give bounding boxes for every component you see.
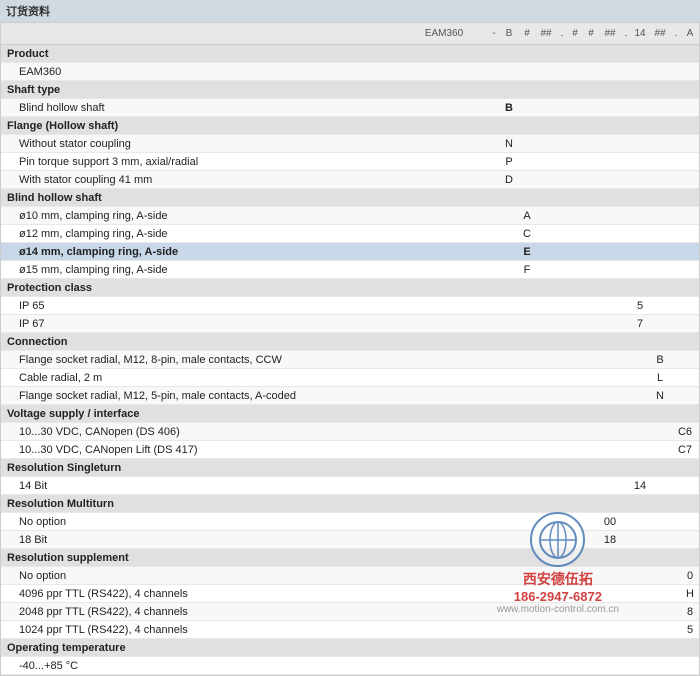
col-product: EAM360 <box>399 28 489 39</box>
col-h4: # <box>583 28 599 39</box>
item-14mm: ø14 mm, clamping ring, A-side E <box>1 243 699 261</box>
section-connection: Connection <box>1 333 699 351</box>
item-15mm: ø15 mm, clamping ring, A-side F <box>1 261 699 279</box>
item-4096ppr: 4096 ppr TTL (RS422), 4 channels H <box>1 585 699 603</box>
item-no-option-multi: No option 00 <box>1 513 699 531</box>
header-title: 订货资料 <box>6 6 50 18</box>
section-protection-label: Protection class <box>1 281 399 295</box>
item-15mm-label: ø15 mm, clamping ring, A-side <box>1 263 399 277</box>
section-blind-hollow: Blind hollow shaft <box>1 189 699 207</box>
item-ip67-label: IP 67 <box>1 317 399 331</box>
item-flange-m12-5pin-label: Flange socket radial, M12, 5-pin, male c… <box>1 389 399 403</box>
item-ip65-label: IP 65 <box>1 299 399 313</box>
col-h3: # <box>567 28 583 39</box>
item-with-stator-label: With stator coupling 41 mm <box>1 173 399 187</box>
item-no-option-supp-label: No option <box>1 569 399 583</box>
section-connection-label: Connection <box>1 335 399 349</box>
section-product: Product <box>1 45 699 63</box>
item-2048ppr: 2048 ppr TTL (RS422), 4 channels 8 <box>1 603 699 621</box>
item-canopen417-label: 10...30 VDC, CANopen Lift (DS 417) <box>1 443 389 457</box>
column-headers: EAM360 - B # ## . # # ## . 14 ## . A <box>1 23 699 45</box>
item-10mm-label: ø10 mm, clamping ring, A-side <box>1 209 399 223</box>
col-b: B <box>499 28 519 39</box>
section-op-temp-label: Operating temperature <box>1 641 399 655</box>
item-flange-m12-5pin: Flange socket radial, M12, 5-pin, male c… <box>1 387 699 405</box>
page-header: 订货资料 <box>0 0 700 22</box>
item-with-stator: With stator coupling 41 mm D <box>1 171 699 189</box>
item-ip65: IP 65 5 <box>1 297 699 315</box>
item-no-option-multi-label: No option <box>1 515 399 529</box>
section-res-single-label: Resolution Singleturn <box>1 461 399 475</box>
item-without-stator: Without stator coupling N <box>1 135 699 153</box>
item-2048ppr-label: 2048 ppr TTL (RS422), 4 channels <box>1 605 399 619</box>
section-voltage-label: Voltage supply / interface <box>1 407 399 421</box>
item-canopen406-label: 10...30 VDC, CANopen (DS 406) <box>1 425 389 439</box>
section-shaft-type: Shaft type <box>1 81 699 99</box>
item-blind-hollow-shaft: Blind hollow shaft B <box>1 99 699 117</box>
section-res-multi: Resolution Multiturn <box>1 495 699 513</box>
item-18bit: 18 Bit 18 <box>1 531 699 549</box>
col-h6: ## <box>649 28 671 39</box>
item-12mm-label: ø12 mm, clamping ring, A-side <box>1 227 399 241</box>
item-pin-torque-label: Pin torque support 3 mm, axial/radial <box>1 155 399 169</box>
section-res-single: Resolution Singleturn <box>1 459 699 477</box>
item-10mm: ø10 mm, clamping ring, A-side A <box>1 207 699 225</box>
section-res-supp-label: Resolution supplement <box>1 551 399 565</box>
item-flange-m12-8pin-label: Flange socket radial, M12, 8-pin, male c… <box>1 353 399 367</box>
section-op-temp: Operating temperature <box>1 639 699 657</box>
section-voltage: Voltage supply / interface <box>1 405 699 423</box>
col-14: 14 <box>631 28 649 39</box>
item-no-option-supp: No option 0 <box>1 567 699 585</box>
section-flange-label: Flange (Hollow shaft) <box>1 119 399 133</box>
item-cable-radial-label: Cable radial, 2 m <box>1 371 399 385</box>
item-canopen406: 10...30 VDC, CANopen (DS 406) C6 <box>1 423 699 441</box>
item-eam360: EAM360 <box>1 63 699 81</box>
item-flange-m12-8pin: Flange socket radial, M12, 8-pin, male c… <box>1 351 699 369</box>
item-temp-range: -40...+85 °C <box>1 657 699 675</box>
section-res-multi-label: Resolution Multiturn <box>1 497 399 511</box>
col-dot2: . <box>621 28 631 39</box>
section-product-label: Product <box>1 47 399 61</box>
col-dash: - <box>489 28 499 39</box>
col-h5: ## <box>599 28 621 39</box>
item-pin-torque: Pin torque support 3 mm, axial/radial P <box>1 153 699 171</box>
item-1024ppr-label: 1024 ppr TTL (RS422), 4 channels <box>1 623 399 637</box>
item-canopen417: 10...30 VDC, CANopen Lift (DS 417) C7 <box>1 441 699 459</box>
section-flange: Flange (Hollow shaft) <box>1 117 699 135</box>
main-table: EAM360 - B # ## . # # ## . 14 ## . A Pro… <box>0 22 700 676</box>
item-1024ppr: 1024 ppr TTL (RS422), 4 channels 5 <box>1 621 699 639</box>
item-14bit: 14 Bit 14 <box>1 477 699 495</box>
item-14mm-label: ø14 mm, clamping ring, A-side <box>1 245 399 259</box>
item-4096ppr-label: 4096 ppr TTL (RS422), 4 channels <box>1 587 399 601</box>
section-protection: Protection class <box>1 279 699 297</box>
item-14bit-label: 14 Bit <box>1 479 399 493</box>
item-blind-hollow-shaft-label: Blind hollow shaft <box>1 101 399 115</box>
col-dot1: . <box>557 28 567 39</box>
section-shaft-type-label: Shaft type <box>1 83 399 97</box>
item-12mm: ø12 mm, clamping ring, A-side C <box>1 225 699 243</box>
item-18bit-label: 18 Bit <box>1 533 399 547</box>
item-cable-radial: Cable radial, 2 m L <box>1 369 699 387</box>
col-h1: # <box>519 28 535 39</box>
item-temp-range-label: -40...+85 °C <box>1 659 399 673</box>
section-blind-hollow-label: Blind hollow shaft <box>1 191 399 205</box>
item-eam360-label: EAM360 <box>1 65 399 79</box>
col-a: A <box>681 28 699 39</box>
item-ip67: IP 67 7 <box>1 315 699 333</box>
col-h2: ## <box>535 28 557 39</box>
item-without-stator-label: Without stator coupling <box>1 137 399 151</box>
col-dot3: . <box>671 28 681 39</box>
section-res-supp: Resolution supplement <box>1 549 699 567</box>
